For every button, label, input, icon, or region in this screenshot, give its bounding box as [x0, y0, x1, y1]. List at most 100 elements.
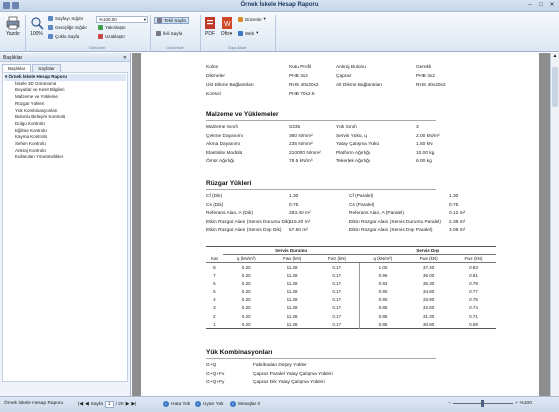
material-cell: 3	[416, 125, 419, 130]
table-cell: 0.20	[241, 272, 251, 278]
pdf-export-button[interactable]: PDF	[203, 16, 217, 37]
zoom-slider[interactable]: − + %100	[448, 400, 532, 407]
tree-item[interactable]: Eğilme Kontrolü	[4, 128, 126, 135]
status-warnings[interactable]: i Uyarı Yok	[195, 401, 224, 407]
status-errors[interactable]: i Hata Yok	[163, 401, 190, 407]
zoom-out-icon	[98, 34, 103, 39]
section-title-material: Malzeme ve Yüklemeler	[206, 111, 279, 118]
vertical-scrollbar[interactable]: ▲	[550, 53, 559, 396]
tree-item[interactable]: Bulonlu Birleşim Kontrolü	[4, 114, 126, 121]
material-cell: Elastisite Modülü	[206, 150, 243, 156]
single-page-button[interactable]: Tekli Sayfa	[154, 17, 189, 24]
table-cell: 0.20	[241, 297, 251, 303]
fit-width-icon	[48, 25, 53, 30]
table-cell: 11.28	[286, 321, 298, 327]
first-page-icon[interactable]: |◀	[78, 402, 83, 407]
tree-item[interactable]: Boyutlar ve Kesit Bilgileri	[4, 87, 126, 94]
table-cell: 0.17	[314, 320, 360, 329]
edit-button[interactable]: Düzenle ▾	[238, 16, 266, 22]
scroll-thumb[interactable]	[552, 67, 558, 107]
table-cell: 34.80	[423, 289, 435, 295]
zoom-in-icon[interactable]: +	[515, 401, 518, 406]
export-group-label: Dışa Aktar	[227, 45, 247, 50]
next-page-icon[interactable]: ▶	[126, 402, 130, 407]
section-title-combinations: Yük Kombinasyonları	[206, 349, 273, 356]
table-cell: 7	[213, 272, 216, 278]
print-button[interactable]: Yazdır	[3, 16, 23, 37]
view-group-label: Görünüm	[88, 45, 106, 50]
tree-root[interactable]: ▾ Örnek İskele Hesap Raporu	[4, 74, 126, 81]
table-header: Fwz (kN)	[451, 254, 496, 264]
table-cell: 0.20	[241, 280, 251, 286]
table-cell: 0.20	[241, 264, 251, 270]
tree-item[interactable]: İskele 3D Görünümü	[4, 81, 126, 88]
two-page-icon	[156, 31, 161, 36]
zoom-in-button[interactable]: Yakınlaştır	[98, 25, 126, 30]
web-button[interactable]: Web ▾	[238, 30, 258, 36]
printer-icon	[6, 16, 20, 30]
fit-page-button[interactable]: Sayfayı Sığdır	[48, 16, 83, 21]
tree-item[interactable]: Yük Kombinasyonları	[4, 108, 126, 115]
office-export-button[interactable]: W Ofis▾	[219, 16, 234, 37]
zoom-out-button[interactable]: Uzaklaştır	[98, 34, 125, 39]
multi-page-button[interactable]: Çoklu Sayfa	[48, 34, 79, 39]
table-cell: 5	[213, 289, 216, 295]
status-messages[interactable]: i Mesajlar 0	[230, 401, 260, 407]
tree-item[interactable]: Malzeme ve Yükleme	[4, 94, 126, 101]
material-cell: 2.00 kN/m²	[416, 133, 440, 139]
tab-pages[interactable]: Sayfalar	[32, 64, 61, 72]
two-page-button[interactable]: İkili Sayfa	[154, 31, 184, 36]
spec-cell: Kutu Profil	[289, 65, 312, 70]
tree-item[interactable]: Ankraj Kontrolü	[4, 148, 126, 155]
combination-cell: Fabrikadan Düşey Yükler	[253, 363, 307, 368]
combination-cell: Çapraz Paralel Yatay Çalışma Yükleri	[253, 371, 333, 377]
wind-cell: 1.30	[449, 194, 459, 199]
material-cell: 210000 N/mm²	[289, 150, 321, 156]
zoom-slider-thumb[interactable]	[480, 400, 484, 407]
zoom-100-button[interactable]: 100%	[28, 16, 45, 37]
tree-item[interactable]: Sehim Kontrolü	[4, 141, 126, 148]
section-title-wind: Rüzgar Yükleri	[206, 180, 252, 187]
table-cell: 0.83	[469, 264, 478, 270]
fit-width-button[interactable]: Genişliğe Sığdır	[48, 25, 87, 30]
chevron-down-icon: ▾	[263, 16, 266, 21]
table-row: 8 0.20 11.28 0.17 1.00 37.40 0.83	[206, 262, 496, 272]
document-viewer[interactable]: Kolon Kutu Profil Ankraj Bulonu Gerekli Dikm…	[132, 53, 550, 396]
maximize-icon[interactable]: □	[536, 1, 546, 9]
fit-page-icon	[48, 16, 53, 21]
table-cell: 0.86	[378, 313, 388, 319]
table-cell: 0.17	[314, 271, 360, 280]
close-icon[interactable]: ✕	[547, 1, 557, 9]
scroll-up-icon[interactable]: ▲	[551, 53, 559, 59]
material-cell: 78.5 kN/m³	[289, 159, 313, 165]
zoom-out-icon[interactable]: −	[448, 401, 451, 406]
spec-cell: PHB 3x2	[416, 74, 435, 79]
table-cell: 0.20	[241, 321, 251, 327]
svg-text:W: W	[224, 21, 231, 28]
wind-cell: Etkin Rüzgar Alanı (Servis Dışı Paralel)	[349, 228, 433, 234]
spec-cell: Konsol	[206, 92, 221, 97]
minimize-icon[interactable]: –	[525, 1, 535, 9]
tab-headings[interactable]: Başlıklar	[2, 64, 32, 72]
material-cell: Yatay Çalışma Yükü	[336, 142, 380, 148]
wind-cell: Cf (Dik)	[206, 194, 223, 199]
material-cell: Platform Ağırlığı	[336, 150, 371, 156]
spec-cell: Çapraz	[336, 74, 352, 79]
table-cell: 0.17	[314, 279, 360, 288]
spec-cell: PHB 3x2	[289, 74, 308, 79]
table-header: q (kN/m²)	[359, 254, 407, 264]
prev-page-icon[interactable]: ◀	[85, 402, 89, 407]
outline-tree: ▾ Örnek İskele Hesap Raporu İskele 3D Gö…	[2, 72, 128, 382]
table-cell: 0.78	[469, 280, 478, 286]
tree-item[interactable]: Kayma Kontrolü	[4, 134, 126, 141]
single-page-icon	[157, 18, 162, 23]
table-cell: 0.77	[469, 289, 478, 295]
zoom-combo[interactable]: %100.00 ▾	[96, 16, 148, 23]
table-header: Fwx (kN)	[269, 254, 315, 264]
close-icon[interactable]: ✕	[123, 55, 127, 61]
page-number-input[interactable]: 1	[104, 401, 114, 408]
tree-item[interactable]: Kullanılan Yönetmelikler	[4, 154, 126, 161]
tree-item[interactable]: Dolgu Kontrolü	[4, 121, 126, 128]
tree-item[interactable]: Rüzgar Yükleri	[4, 101, 126, 108]
last-page-icon[interactable]: ▶|	[131, 402, 136, 407]
